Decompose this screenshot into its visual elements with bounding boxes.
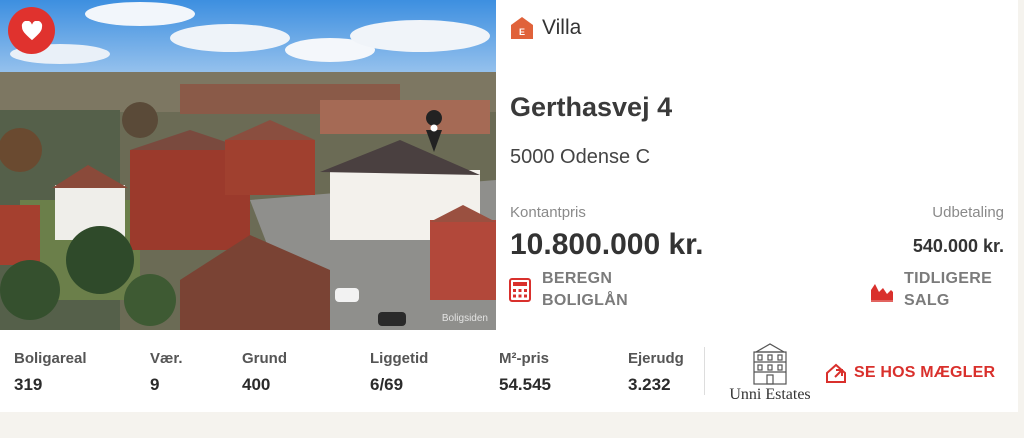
- stat-owner-expense: Ejerudg 3.232: [628, 350, 684, 395]
- stat-living-area: Boligareal 319: [14, 350, 87, 395]
- broker-building-icon: [753, 343, 787, 385]
- key-facts-bar: Boligareal 319 Vær. 9 Grund 400 Liggetid…: [0, 330, 1018, 412]
- stat-plot: Grund 400: [242, 350, 287, 395]
- price-history-chart-icon: [871, 284, 893, 302]
- property-type-label: Villa: [542, 16, 582, 39]
- stat-days-on-market: Liggetid 6/69: [370, 350, 428, 395]
- see-at-broker-button[interactable]: SE HOS MÆGLER: [824, 362, 995, 384]
- stat-price-per-sqm: M²-pris 54.545: [499, 350, 551, 395]
- energy-label-house-icon: E: [511, 17, 533, 39]
- see-at-broker-label: SE HOS MÆGLER: [854, 364, 996, 381]
- broker-logo[interactable]: Unni Estates: [716, 340, 824, 406]
- listing-address[interactable]: Gerthasvej 4: [510, 92, 672, 123]
- previous-sales-button[interactable]: TIDLIGERE SALG: [870, 268, 1014, 312]
- stat-value: 6/69: [370, 375, 404, 394]
- divider: [704, 347, 705, 395]
- aerial-photo: [0, 0, 496, 330]
- downpayment-label: Udbetaling: [932, 204, 1004, 221]
- broker-name: Unni Estates: [729, 386, 811, 403]
- photo-watermark: Boligsiden: [441, 313, 488, 324]
- calculator-icon: [509, 278, 531, 302]
- calculate-loan-label: BEREGN BOLIGLÅN: [542, 270, 628, 309]
- stat-value: 400: [242, 375, 271, 394]
- price-label: Kontantpris: [510, 204, 586, 221]
- stat-label: Vær.: [150, 350, 183, 367]
- svg-text:E: E: [519, 27, 525, 37]
- listing-info: E Villa Gerthasvej 4 5000 Odense C Konta…: [496, 0, 1018, 330]
- stat-label: M²-pris: [499, 350, 549, 367]
- external-house-icon: [826, 363, 846, 383]
- calculate-loan-button[interactable]: BEREGN BOLIGLÅN: [508, 268, 652, 312]
- previous-sales-label: TIDLIGERE SALG: [904, 270, 993, 309]
- stat-label: Liggetid: [370, 350, 429, 367]
- stat-value: 9: [150, 375, 160, 394]
- stat-label: Ejerudg: [628, 350, 684, 367]
- listing-card[interactable]: Boligsiden E Villa Gerthasvej 4 5000 Ode…: [0, 0, 1018, 412]
- listing-city: 5000 Odense C: [510, 146, 651, 168]
- stat-value: 3.232: [628, 375, 671, 394]
- stat-value: 54.545: [499, 375, 551, 394]
- stat-label: Boligareal: [14, 350, 87, 367]
- stat-rooms: Vær. 9: [150, 350, 183, 395]
- stat-value: 319: [14, 375, 43, 394]
- property-photo[interactable]: Boligsiden: [0, 0, 496, 330]
- favorite-button[interactable]: [8, 7, 55, 54]
- heart-icon: [21, 20, 42, 40]
- cash-price: 10.800.000 kr.: [510, 228, 704, 261]
- stat-label: Grund: [242, 350, 287, 367]
- downpayment-value: 540.000 kr.: [912, 236, 1004, 256]
- property-type: E Villa: [510, 16, 581, 40]
